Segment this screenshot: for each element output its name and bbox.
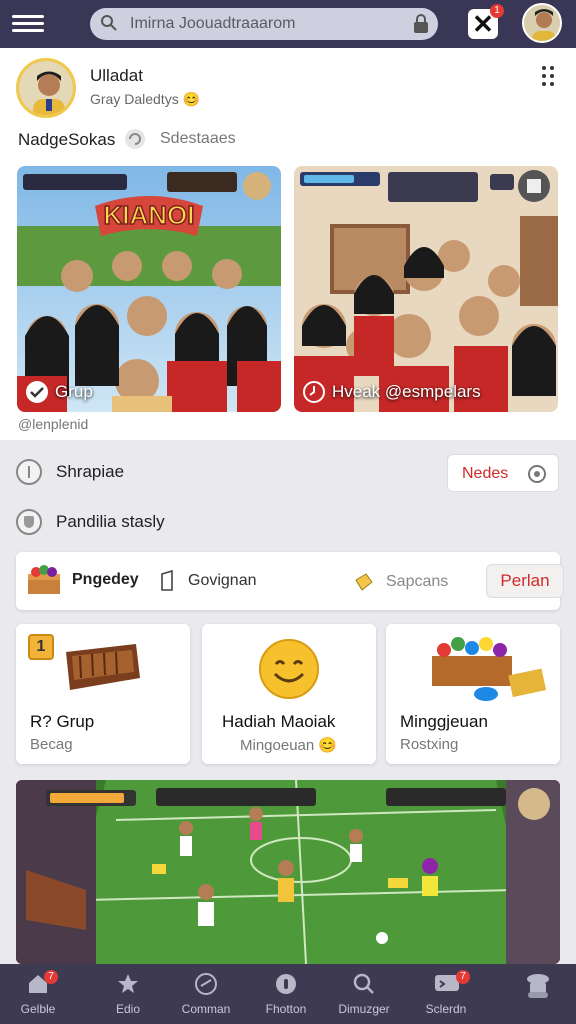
profile-avatar[interactable]	[522, 3, 562, 43]
group-photo-right[interactable]: Hveak @esmpelars	[294, 166, 558, 412]
search-bar[interactable]: Imirna Joouadtraaarom	[90, 8, 438, 40]
notification-badge: 1	[490, 4, 504, 18]
level-badge: 1	[28, 634, 54, 660]
option-row-pandilia[interactable]: Pandilia stasly	[16, 502, 165, 542]
option-row-shrapiae[interactable]: Shrapiae	[16, 452, 124, 492]
smiley-icon: 😊	[318, 737, 338, 754]
more-options-icon[interactable]	[542, 66, 558, 88]
option-row-label: Pandilia stasly	[56, 512, 165, 531]
compass-icon	[195, 973, 217, 995]
chest-icon	[66, 644, 140, 690]
lock-icon	[414, 14, 428, 33]
smiley-icon	[259, 639, 319, 699]
tag-icon	[355, 573, 373, 591]
target-icon	[528, 465, 546, 483]
photo-right-caption: Hveak @esmpelars	[302, 380, 481, 404]
search-icon	[353, 973, 374, 994]
nav-sclerdn[interactable]: 7 Sclerdn	[398, 964, 494, 1024]
photo-left-caption: Grup	[25, 380, 93, 404]
post-handle[interactable]: @lenplenid	[18, 416, 88, 432]
check-icon	[26, 381, 48, 403]
post-tag-primary[interactable]: NadgeSokas	[18, 130, 115, 150]
coin-icon	[276, 974, 296, 994]
tile-title: R? Grup	[30, 712, 95, 731]
smiley-icon: 😊	[182, 91, 201, 107]
refresh-icon[interactable]	[124, 128, 146, 150]
top-bar: Imirna Joouadtraaarom ✕ 1	[0, 0, 576, 48]
nav-badge: 7	[456, 970, 470, 984]
tile-title: Hadiah Maoiak	[222, 712, 336, 731]
tile-hadiah[interactable]: Hadiah Maoiak Mingoeuan 😊	[202, 624, 376, 764]
nedes-button[interactable]: Nedes	[447, 454, 559, 492]
menu-icon[interactable]	[12, 11, 44, 37]
user-hat-icon	[527, 974, 549, 998]
star-house-icon	[118, 974, 138, 993]
post-card: Ulladat Gray Daledtys 😊 NadgeSokas Sdest…	[0, 48, 576, 440]
author-avatar[interactable]	[16, 58, 76, 118]
tile-title: Minggjeuan	[400, 712, 488, 731]
post-tag-secondary[interactable]: Sdestaaes	[160, 130, 236, 148]
tile-subtitle: Mingoeuan 😊	[240, 737, 338, 754]
tile-subtitle: Rostxing	[400, 736, 459, 753]
action-bar: Pngedey Govignan Sapcans Perlan	[16, 552, 564, 610]
tile-subtitle: Becag	[30, 736, 73, 753]
tile-minggjeuan[interactable]: Minggjeuan Rostxing	[386, 624, 560, 764]
shield-icon	[16, 509, 42, 535]
gift-box-icon	[28, 565, 60, 594]
nav-home[interactable]: 7 Gelble	[0, 964, 86, 1024]
door-icon	[161, 570, 173, 591]
perlan-button[interactable]: Perlan	[486, 564, 564, 598]
search-input[interactable]: Imirna Joouadtraaarom	[130, 15, 295, 33]
action-sapcans[interactable]: Sapcans	[352, 570, 448, 594]
clock-icon	[303, 381, 325, 403]
nav-badge: 7	[44, 970, 58, 984]
treasure-icon	[432, 637, 547, 701]
search-icon	[101, 15, 117, 31]
option-row-label: Shrapiae	[56, 462, 125, 481]
author-name[interactable]: Ulladat	[90, 66, 143, 86]
action-govignan[interactable]: Govignan	[158, 570, 257, 592]
game-banner[interactable]	[16, 780, 560, 964]
nav-profile[interactable]	[488, 964, 576, 1024]
bottom-nav: 7 Gelble Edio Comman Fhotton Dimuzger 7 …	[0, 964, 576, 1024]
group-photo-left[interactable]: KIANOI Grup	[17, 166, 281, 412]
info-icon	[16, 459, 42, 485]
action-pngedey[interactable]: Pngedey	[26, 564, 139, 596]
author-subtitle: Gray Daledtys 😊	[90, 91, 201, 107]
photo-left-title: KIANOI	[104, 200, 195, 230]
tile-grup[interactable]: 1 R? Grup Becag	[16, 624, 190, 764]
